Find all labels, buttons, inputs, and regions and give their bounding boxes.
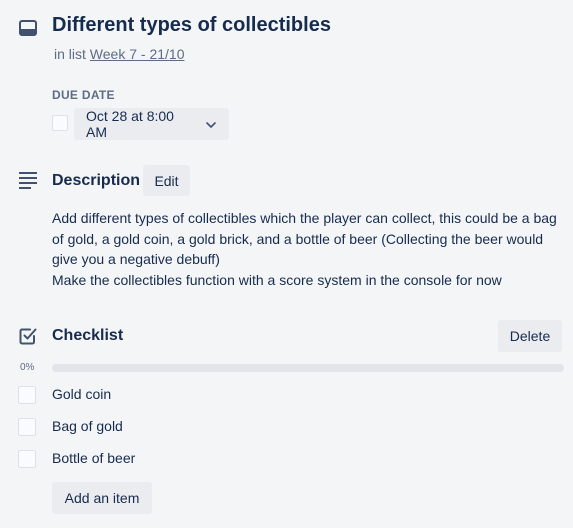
checklist-item-checkbox[interactable] <box>18 418 36 436</box>
due-date-button[interactable]: Oct 28 at 8:00 AM <box>74 108 229 140</box>
description-title: Description <box>52 172 141 189</box>
card-title[interactable]: Different types of collectibles <box>52 14 331 37</box>
checklist-percent: 0% <box>20 362 35 373</box>
edit-description-button[interactable]: Edit <box>143 165 190 196</box>
description-line: Make the collectibles function with a sc… <box>52 271 502 288</box>
checklist-items: Gold coin Bag of gold Bottle of beer <box>0 382 573 478</box>
checklist-item-label[interactable]: Bag of gold <box>52 418 123 434</box>
description-text[interactable]: Add different types of collectibles whic… <box>52 208 567 290</box>
due-date-complete-checkbox[interactable] <box>52 115 68 131</box>
description-line: of gold, a gold coin, a gold brick, and … <box>52 230 544 247</box>
checklist-item-label[interactable]: Gold coin <box>52 386 111 402</box>
card-icon <box>18 18 38 38</box>
checklist-item[interactable]: Bag of gold <box>0 414 573 446</box>
checklist-item[interactable]: Bottle of beer <box>0 446 573 478</box>
checklist-icon <box>18 326 38 346</box>
description-line: give you a negative debuff) <box>52 251 220 267</box>
chevron-down-icon <box>205 118 217 130</box>
checklist-item[interactable]: Gold coin <box>0 382 573 414</box>
checklist-progress-bar <box>52 364 564 372</box>
list-link[interactable]: Week 7 - 21/10 <box>90 46 185 62</box>
due-date-label: DUE DATE <box>52 88 115 102</box>
checklist-item-label[interactable]: Bottle of beer <box>52 450 135 466</box>
checklist-title[interactable]: Checklist <box>52 327 123 345</box>
in-list-text: in list Week 7 - 21/10 <box>54 46 184 62</box>
delete-checklist-button[interactable]: Delete <box>498 320 562 352</box>
in-list-prefix: in list <box>54 46 86 62</box>
description-icon <box>18 171 38 189</box>
due-date-value: Oct 28 at 8:00 AM <box>86 108 174 140</box>
add-item-button[interactable]: Add an item <box>52 482 152 514</box>
checklist-item-checkbox[interactable] <box>18 450 36 468</box>
checklist-item-checkbox[interactable] <box>18 386 36 404</box>
description-line: Add different types of collectibles whic… <box>52 210 557 226</box>
